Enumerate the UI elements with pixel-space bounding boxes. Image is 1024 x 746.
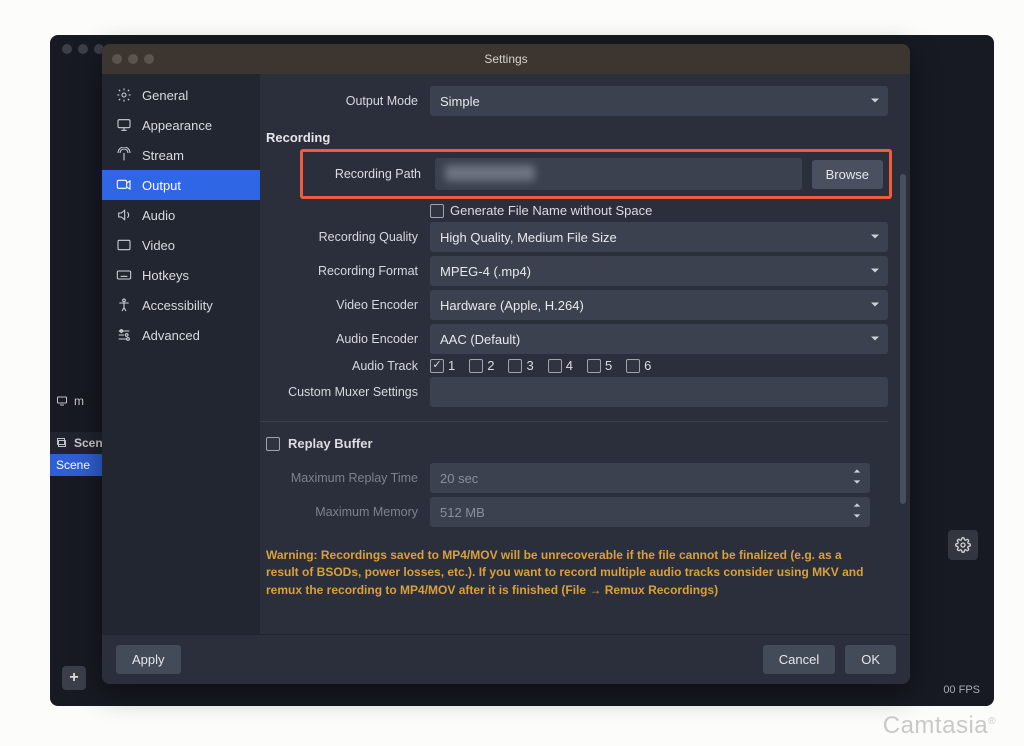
bg-add-button[interactable]: +	[62, 666, 86, 690]
sidebar-item-advanced[interactable]: Advanced	[102, 320, 260, 350]
generate-filename-label: Generate File Name without Space	[450, 203, 652, 218]
audio-track-group: 1 2 3 4 5 6	[430, 358, 888, 373]
sidebar-item-audio[interactable]: Audio	[102, 200, 260, 230]
replay-buffer-checkbox[interactable]	[266, 437, 280, 451]
sidebar-item-label: Accessibility	[142, 298, 213, 313]
sidebar-item-accessibility[interactable]: Accessibility	[102, 290, 260, 320]
settings-traffic-lights[interactable]	[112, 54, 154, 64]
chevron-down-icon	[870, 230, 880, 245]
bg-scene-selected: Scene	[50, 454, 110, 476]
audio-track-2-checkbox[interactable]	[469, 359, 483, 373]
appearance-icon	[116, 117, 132, 133]
sidebar-item-appearance[interactable]: Appearance	[102, 110, 260, 140]
blurred-path	[445, 165, 535, 181]
bg-monitor-row: m	[50, 390, 110, 412]
step-up-icon[interactable]	[850, 466, 864, 476]
gear-icon	[116, 87, 132, 103]
custom-muxer-label: Custom Muxer Settings	[260, 385, 430, 399]
chevron-down-icon	[870, 94, 880, 109]
audio-track-3-checkbox[interactable]	[508, 359, 522, 373]
bg-gear-button[interactable]	[948, 530, 978, 560]
output-mode-select[interactable]: Simple	[430, 86, 888, 116]
recording-format-label: Recording Format	[260, 264, 430, 278]
apply-button[interactable]: Apply	[116, 645, 181, 674]
accessibility-icon	[116, 297, 132, 313]
sidebar-item-hotkeys[interactable]: Hotkeys	[102, 260, 260, 290]
recording-quality-select[interactable]: High Quality, Medium File Size	[430, 222, 888, 252]
bg-left-panel: m Scen Scene	[50, 390, 110, 476]
audio-track-label: Audio Track	[260, 359, 430, 373]
output-mode-label: Output Mode	[260, 94, 430, 108]
sidebar-item-output[interactable]: Output	[102, 170, 260, 200]
sidebar-item-label: Advanced	[142, 328, 200, 343]
output-icon	[116, 177, 132, 193]
settings-content: Output Mode Simple Recording Recording P…	[260, 74, 910, 634]
generate-filename-checkbox[interactable]	[430, 204, 444, 218]
chevron-down-icon	[870, 298, 880, 313]
sidebar-item-general[interactable]: General	[102, 80, 260, 110]
hotkeys-icon	[116, 267, 132, 283]
sidebar-item-label: Hotkeys	[142, 268, 189, 283]
bg-fps-readout: 00 FPS	[943, 684, 980, 696]
settings-title: Settings	[484, 52, 527, 66]
custom-muxer-input[interactable]	[430, 377, 888, 407]
stream-icon	[116, 147, 132, 163]
recording-path-label: Recording Path	[309, 167, 425, 181]
audio-encoder-label: Audio Encoder	[260, 332, 430, 346]
sidebar-item-label: General	[142, 88, 188, 103]
audio-track-5-checkbox[interactable]	[587, 359, 601, 373]
bg-traffic-lights	[62, 44, 104, 54]
step-down-icon[interactable]	[850, 477, 864, 487]
max-memory-label: Maximum Memory	[260, 505, 430, 519]
watermark: Camtasia®	[883, 712, 996, 740]
bg-scenes-header: Scen	[50, 432, 110, 454]
recording-path-highlight: Recording Path Browse	[300, 149, 892, 199]
recording-path-input[interactable]	[435, 158, 802, 190]
settings-footer: Apply Cancel OK	[102, 634, 910, 684]
warning-text: Warning: Recordings saved to MP4/MOV wil…	[260, 531, 888, 607]
audio-track-1-checkbox[interactable]	[430, 359, 444, 373]
recording-section-header: Recording	[260, 120, 888, 149]
recording-quality-label: Recording Quality	[260, 230, 430, 244]
video-encoder-select[interactable]: Hardware (Apple, H.264)	[430, 290, 888, 320]
audio-icon	[116, 207, 132, 223]
settings-titlebar: Settings	[102, 44, 910, 74]
video-encoder-label: Video Encoder	[260, 298, 430, 312]
sidebar-item-label: Stream	[142, 148, 184, 163]
max-replay-time-label: Maximum Replay Time	[260, 471, 430, 485]
browse-button[interactable]: Browse	[812, 160, 883, 189]
audio-encoder-select[interactable]: AAC (Default)	[430, 324, 888, 354]
max-replay-time-input[interactable]: 20 sec	[430, 463, 870, 493]
chevron-down-icon	[870, 264, 880, 279]
ok-button[interactable]: OK	[845, 645, 896, 674]
step-down-icon[interactable]	[850, 511, 864, 521]
chevron-down-icon	[870, 332, 880, 347]
sidebar-item-label: Output	[142, 178, 181, 193]
recording-format-select[interactable]: MPEG-4 (.mp4)	[430, 256, 888, 286]
cancel-button[interactable]: Cancel	[763, 645, 835, 674]
sidebar-item-stream[interactable]: Stream	[102, 140, 260, 170]
advanced-icon	[116, 327, 132, 343]
content-scrollbar[interactable]	[900, 174, 906, 504]
sidebar-item-label: Video	[142, 238, 175, 253]
sidebar-item-video[interactable]: Video	[102, 230, 260, 260]
audio-track-6-checkbox[interactable]	[626, 359, 640, 373]
replay-buffer-label: Replay Buffer	[288, 436, 373, 451]
max-memory-input[interactable]: 512 MB	[430, 497, 870, 527]
settings-sidebar: General Appearance Stream Output Audio V…	[102, 74, 260, 634]
sidebar-item-label: Appearance	[142, 118, 212, 133]
audio-track-4-checkbox[interactable]	[548, 359, 562, 373]
sidebar-item-label: Audio	[142, 208, 175, 223]
step-up-icon[interactable]	[850, 500, 864, 510]
video-icon	[116, 237, 132, 253]
settings-dialog: Settings General Appearance Stream Outpu…	[102, 44, 910, 684]
